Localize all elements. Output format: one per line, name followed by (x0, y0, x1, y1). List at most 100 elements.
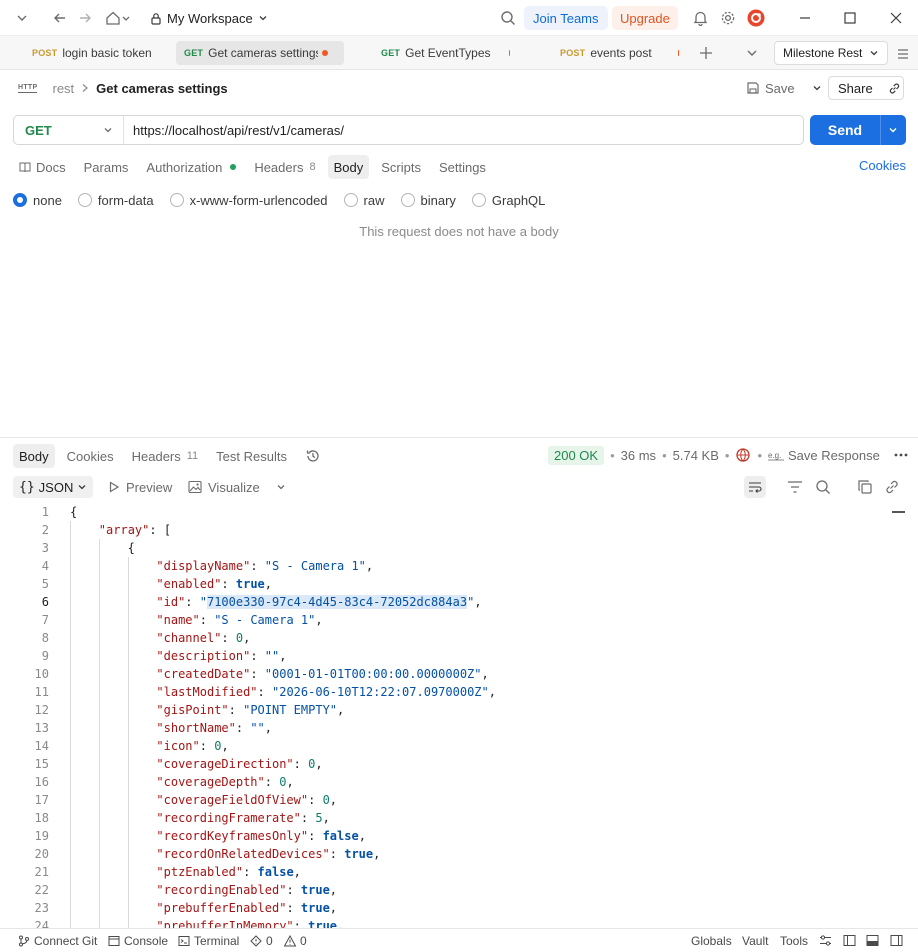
connect-git-button[interactable]: Connect Git (18, 934, 97, 948)
link-icon[interactable] (884, 479, 900, 495)
breadcrumb-collection[interactable]: rest (52, 81, 74, 96)
home-icon[interactable] (103, 8, 133, 28)
errors-indicator[interactable]: 0 (250, 934, 273, 948)
globals-button[interactable]: Globals (691, 934, 732, 948)
tab-params[interactable]: Params (78, 155, 135, 179)
settings-sliders-icon[interactable] (819, 934, 832, 947)
response-tab-cookies[interactable]: Cookies (61, 444, 120, 468)
maximize-icon[interactable] (840, 8, 860, 28)
git-icon (18, 935, 30, 947)
chevron-down-icon[interactable] (742, 43, 762, 63)
tab-docs[interactable]: Docs (13, 155, 72, 179)
environment-settings-icon[interactable] (893, 44, 913, 64)
join-teams-button[interactable]: Join Teams (524, 6, 608, 30)
minimize-icon[interactable] (795, 8, 815, 28)
save-response-button[interactable]: Save Response (788, 448, 880, 463)
terminal-button[interactable]: Terminal (178, 934, 239, 948)
line-number: 3 (41, 541, 49, 555)
tab-events-post[interactable]: POST events post (552, 41, 686, 65)
pane-divider[interactable] (0, 437, 918, 438)
radio-binary[interactable]: binary (400, 193, 456, 208)
layout-bottom-pane-icon[interactable] (866, 934, 879, 947)
warnings-indicator[interactable]: 0 (284, 934, 307, 948)
radio-graphql[interactable]: GraphQL (471, 193, 545, 208)
response-body-editor[interactable]: 1{2 "array": [3{4 "displayName": "S - Came… (0, 503, 892, 928)
code-text: "gisPoint": "POINT EMPTY", (156, 703, 345, 717)
request-name[interactable]: Get cameras settings (96, 81, 228, 96)
status-bar: Connect Git Console Terminal 0 0 Globals… (0, 928, 918, 952)
response-time[interactable]: 36 ms (621, 448, 656, 463)
copy-icon[interactable] (857, 479, 873, 495)
method-value: GET (25, 122, 52, 138)
layout-right-pane-icon[interactable] (890, 934, 903, 947)
close-icon[interactable] (886, 8, 906, 28)
network-icon[interactable] (735, 447, 751, 463)
error-icon (250, 934, 262, 947)
response-tab-body[interactable]: Body (13, 444, 55, 468)
chevron-down-icon (258, 13, 268, 23)
link-icon[interactable] (882, 82, 907, 95)
console-button[interactable]: Console (108, 934, 168, 948)
gear-icon[interactable] (718, 8, 738, 28)
wrap-lines-icon[interactable] (744, 476, 766, 498)
environment-select[interactable]: Milestone Rest (774, 41, 888, 65)
scrollbar[interactable] (892, 511, 905, 513)
response-tab-test-results[interactable]: Test Results (210, 444, 293, 468)
tools-button[interactable]: Tools (780, 934, 808, 948)
tab-body[interactable]: Body (327, 155, 370, 179)
line-number: 22 (34, 883, 49, 897)
workspace-switcher[interactable]: My Workspace (150, 8, 268, 28)
avatar[interactable] (746, 8, 766, 28)
search-icon[interactable] (815, 479, 831, 495)
tab-authorization[interactable]: Authorization (140, 155, 242, 179)
send-button[interactable]: Send (810, 115, 906, 145)
radio-x-www-form-urlencoded[interactable]: x-www-form-urlencoded (169, 193, 328, 208)
line-number: 15 (34, 757, 49, 771)
filter-icon[interactable] (787, 480, 803, 494)
response-size[interactable]: 5.74 KB (673, 448, 719, 463)
method-badge: GET (381, 48, 401, 58)
radio-raw[interactable]: raw (343, 193, 385, 208)
chevron-down-icon[interactable] (812, 83, 822, 93)
response-tab-headers[interactable]: Headers 11 (126, 444, 205, 468)
cookies-link[interactable]: Cookies (859, 158, 906, 173)
tab-headers[interactable]: Headers 8 (248, 155, 321, 179)
format-select[interactable]: {} JSON (13, 476, 94, 498)
upgrade-button[interactable]: Upgrade (612, 6, 678, 30)
chevron-down-icon[interactable] (881, 125, 898, 135)
tab-get-eventtypes[interactable]: GET Get EventTypes (373, 41, 517, 65)
status-badge[interactable]: 200 OK (548, 445, 605, 465)
save-button[interactable]: Save (740, 76, 828, 100)
forward-arrow-icon[interactable] (75, 8, 95, 28)
code-text: "coverageFieldOfView": 0, (156, 793, 338, 807)
share-button[interactable]: Share (828, 76, 904, 100)
tab-settings[interactable]: Settings (433, 155, 492, 179)
history-icon[interactable] (299, 444, 327, 468)
new-tab-plus-icon[interactable] (696, 43, 716, 63)
visualize-button[interactable]: Visualize (188, 476, 286, 498)
layout-left-pane-icon[interactable] (843, 934, 856, 947)
tab-scripts[interactable]: Scripts (375, 155, 427, 179)
url-input[interactable] (124, 122, 803, 138)
chevron-down-icon[interactable] (12, 8, 32, 28)
more-options-icon[interactable] (894, 453, 908, 457)
line-number: 10 (34, 667, 49, 681)
bell-icon[interactable] (690, 8, 710, 28)
back-arrow-icon[interactable] (50, 8, 70, 28)
response-meta: 200 OK • 36 ms • 5.74 KB • • e.g. Save R… (548, 444, 908, 466)
search-icon[interactable] (498, 8, 518, 28)
image-icon (188, 480, 202, 494)
status-dot (230, 164, 237, 170)
preview-button[interactable]: Preview (108, 476, 172, 498)
method-select[interactable]: GET (14, 116, 124, 144)
radio-form-data[interactable]: form-data (77, 193, 154, 208)
tab-get-cameras-settings[interactable]: GET Get cameras settings (176, 41, 344, 65)
chevron-down-icon[interactable] (276, 482, 286, 492)
code-line: 3{ (0, 539, 892, 557)
tab-login-basic-token[interactable]: POST login basic token (24, 41, 174, 65)
vault-button[interactable]: Vault (742, 934, 768, 948)
code-text: "recordingEnabled": true, (156, 883, 338, 897)
code-line: 20 "recordOnRelatedDevices": true, (0, 845, 892, 863)
radio-none[interactable]: none (13, 193, 62, 208)
send-label: Send (827, 122, 863, 138)
